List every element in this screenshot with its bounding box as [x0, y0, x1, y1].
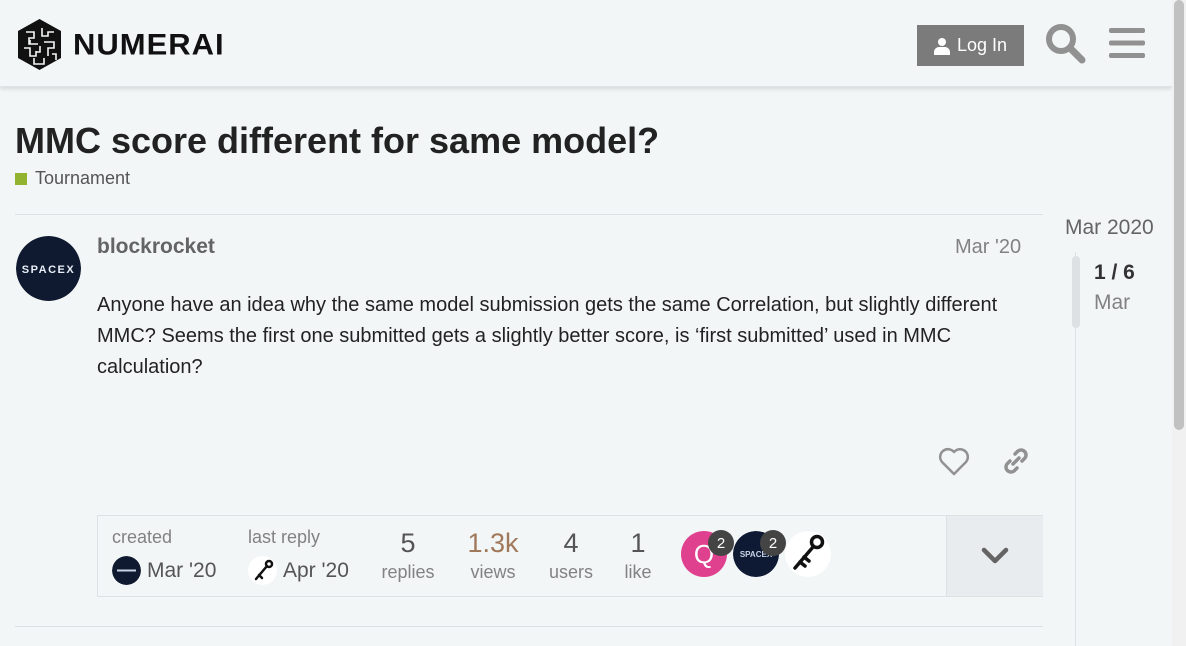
avatar[interactable]: SPACEX [16, 236, 81, 301]
expand-topic-map-button[interactable] [946, 516, 1043, 596]
post-username[interactable]: blockrocket [97, 235, 215, 259]
category-label: Tournament [35, 168, 131, 188]
hamburger-menu-icon[interactable] [1106, 22, 1148, 64]
site-logo[interactable]: NUMERAI [16, 18, 225, 71]
topic-title[interactable]: MMC score different for same model? [15, 120, 659, 162]
like-heart-icon[interactable] [937, 444, 971, 478]
brand-name: NUMERAI [73, 27, 225, 61]
last-reply-label: last reply [248, 527, 321, 547]
participant-avatar[interactable] [785, 531, 831, 577]
post-divider [15, 214, 1043, 215]
replies-count: 5 [400, 528, 416, 558]
post-date[interactable]: Mar '20 [955, 236, 1021, 259]
numerai-logo-icon [18, 19, 61, 70]
timeline-scroll-handle[interactable] [1072, 256, 1080, 328]
created-date[interactable]: Mar '20 [147, 559, 216, 583]
replies-label: replies [381, 562, 435, 582]
last-reply-avatar[interactable] [248, 556, 277, 585]
page-scrollbar[interactable] [1172, 0, 1186, 646]
users-label: users [548, 562, 593, 582]
participant-post-count: 2 [760, 530, 786, 556]
post-divider [15, 626, 1043, 627]
timeline-position: 1 / 6 [1094, 261, 1135, 284]
created-label: created [112, 527, 173, 547]
login-button[interactable]: Log In [917, 25, 1024, 66]
category-color-swatch [15, 172, 27, 185]
views-label: views [470, 562, 516, 582]
timeline-start-date[interactable]: Mar 2020 [1065, 216, 1154, 240]
participant-post-count: 2 [708, 530, 734, 556]
user-icon [933, 37, 950, 55]
category-badge[interactable]: Tournament [15, 168, 130, 189]
likes-count: 1 [630, 528, 646, 558]
views-count: 1.3k [467, 528, 519, 558]
login-label: Log In [956, 35, 1008, 55]
last-reply-date[interactable]: Apr '20 [283, 559, 349, 583]
post-body: Anyone have an idea why the same model s… [97, 294, 998, 378]
scrollbar-thumb[interactable] [1174, 0, 1184, 430]
users-count: 4 [563, 528, 579, 558]
site-header: NUMERAI Log In [0, 0, 1172, 87]
created-avatar[interactable] [112, 556, 141, 585]
topic-map: created Mar '20 last reply Apr '20 5 rep… [97, 515, 1043, 597]
avatar-spacex-text: SPACEX [22, 264, 75, 276]
share-link-icon[interactable] [1000, 445, 1032, 477]
search-icon[interactable] [1044, 22, 1086, 64]
chevron-down-icon [981, 547, 1009, 564]
likes-label: like [624, 562, 652, 582]
timeline-current-date: Mar [1094, 291, 1131, 314]
